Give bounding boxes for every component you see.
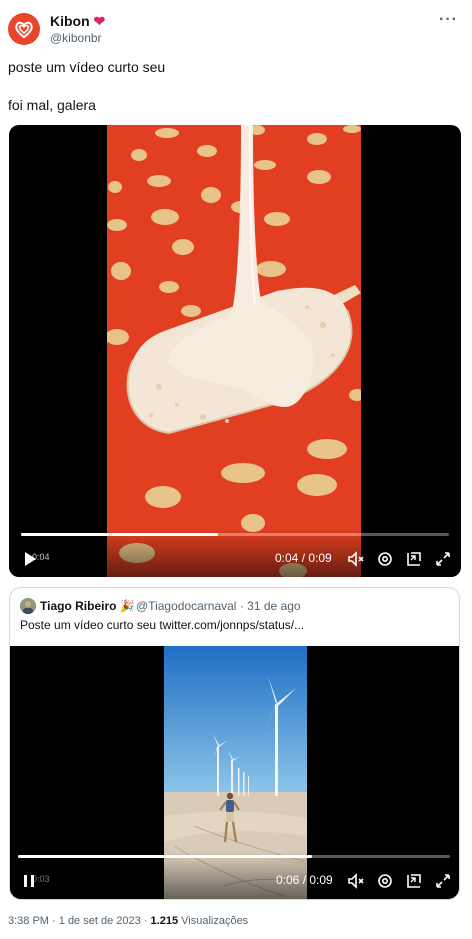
quoted-video-time-ghost: 0:03 [32,874,50,884]
author-name-text[interactable]: Kibon [50,13,90,29]
person-icon [20,598,36,614]
author-handle[interactable]: @kibonbr [50,31,102,45]
views-label: Visualizações [181,915,249,927]
mute-icon[interactable] [347,550,365,568]
video-player[interactable]: 0:04 0:04 / 0:09 [9,125,461,577]
mute-icon[interactable] [347,872,365,890]
quoted-author-name-text[interactable]: Tiago Ribeiro [40,599,116,613]
tweet-footer: 3:38 PM · 1 de set de 2023 · 1.215 Visua… [8,915,248,927]
party-popper-icon: 🎉 [119,599,135,613]
quoted-meta[interactable]: @Tiagodocarnaval · 31 de ago [136,599,301,613]
quoted-author-name[interactable]: Tiago Ribeiro 🎉 [40,599,135,613]
settings-icon[interactable] [376,872,394,890]
settings-icon[interactable] [376,550,394,568]
avatar[interactable] [8,13,40,45]
quoted-video-player[interactable]: 0:03 0:06 / 0:09 [10,646,459,899]
quoted-video-progress-fill [18,855,312,858]
quoted-video-time-display: 0:06 / 0:09 [276,873,333,887]
heart-icon: ❤ [93,13,106,29]
quoted-avatar[interactable] [20,598,36,614]
fullscreen-icon[interactable] [434,550,452,568]
kibon-logo-icon [15,21,33,39]
meta-separator: · [239,599,244,613]
video-time-display: 0:04 / 0:09 [275,551,332,565]
picture-in-picture-icon[interactable] [405,550,423,568]
author-name[interactable]: Kibon ❤ [50,13,105,30]
footer-separator: · [143,915,148,927]
quoted-tweet[interactable]: Tiago Ribeiro 🎉 @Tiagodocarnaval · 31 de… [9,587,460,900]
more-options-icon[interactable]: ··· [439,11,458,29]
quoted-date[interactable]: 31 de ago [247,599,300,613]
video-frame-popsicle [107,125,361,577]
video-progress-fill [21,533,218,536]
quoted-text: Poste um vídeo curto seu twitter.com/jon… [20,618,305,632]
footer-separator: · [52,915,56,927]
views-count: 1.215 [150,915,179,927]
video-progress-bar[interactable] [21,533,449,536]
quoted-author-handle[interactable]: @Tiagodocarnaval [136,599,236,613]
quoted-video-progress-bar[interactable] [18,855,450,858]
fullscreen-icon[interactable] [434,872,452,890]
tweet-time[interactable]: 3:38 PM [8,915,49,927]
picture-in-picture-icon[interactable] [405,872,423,890]
tweet-text-line-1: poste um vídeo curto seu [8,59,166,75]
tweet-date[interactable]: 1 de set de 2023 [59,915,141,927]
tweet-text-line-2: foi mal, galera [8,97,96,113]
video-time-ghost: 0:04 [32,552,50,562]
